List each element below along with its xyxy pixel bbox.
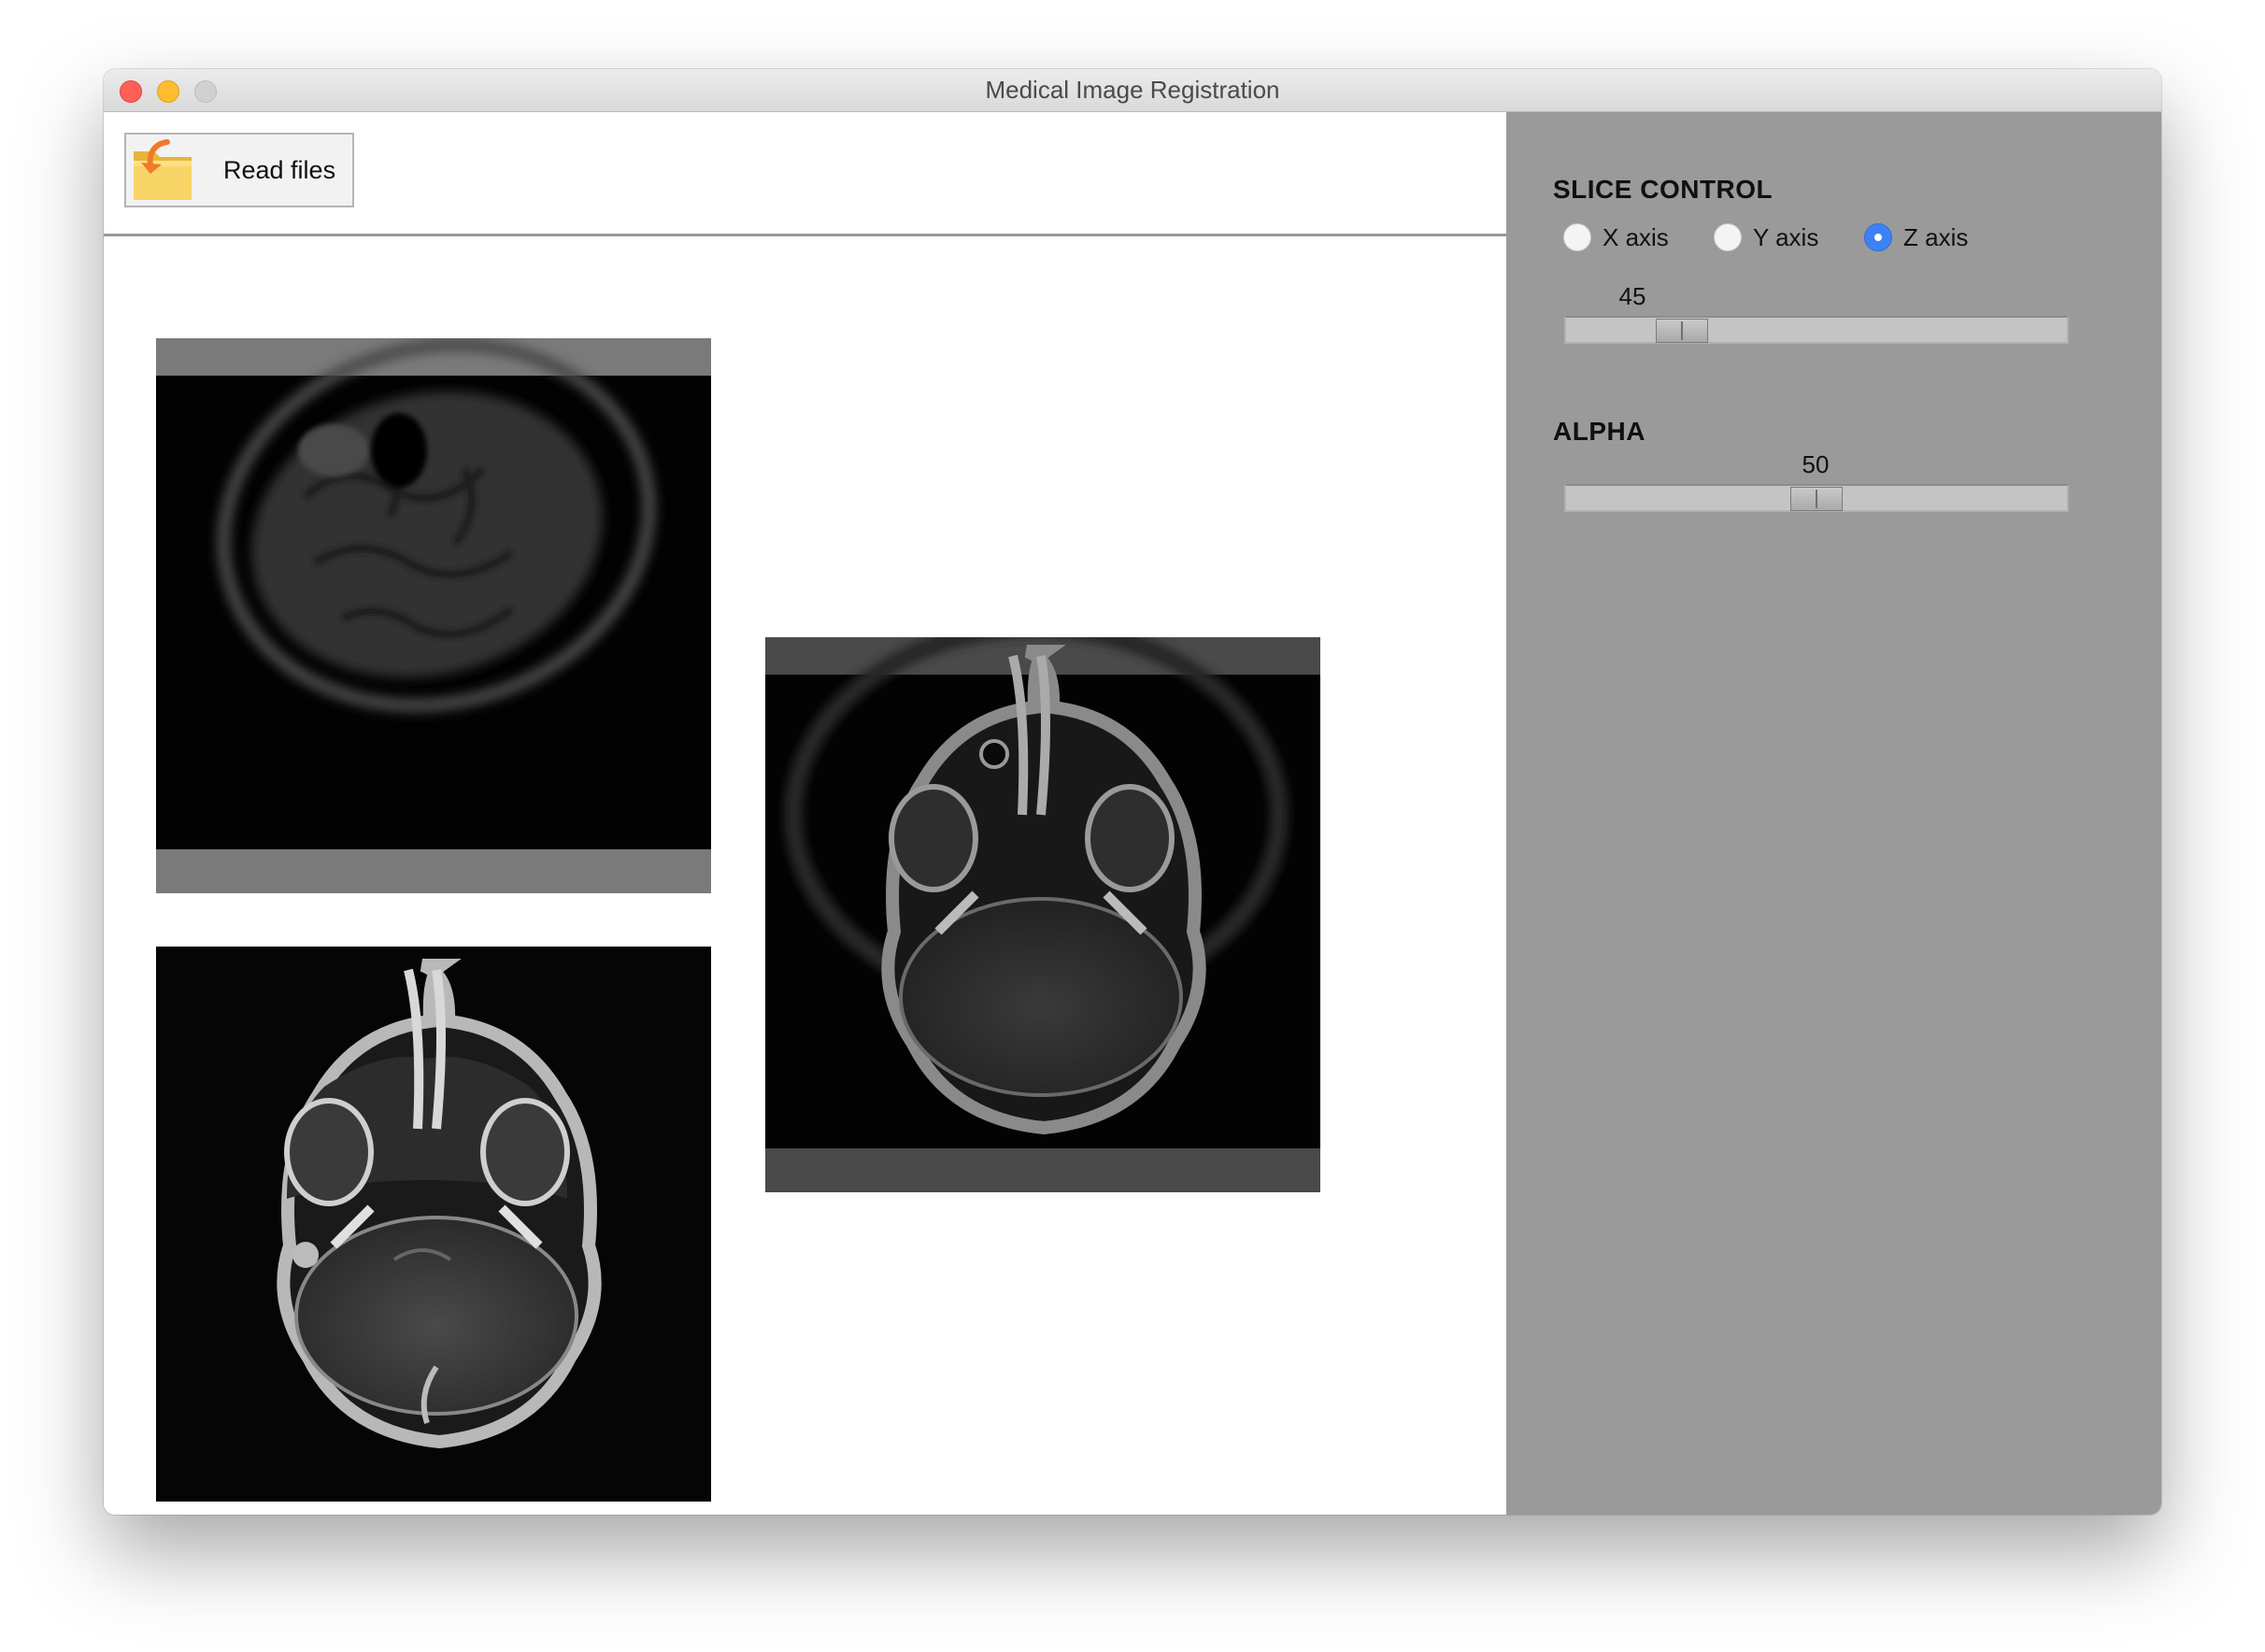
x-axis-radio[interactable]: X axis (1563, 219, 1669, 256)
folder-open-icon (134, 139, 192, 200)
app-window: Medical Image Registration Read files SL… (104, 69, 2161, 1515)
slice-slider-thumb[interactable] (1656, 319, 1708, 343)
slice-value: 45 (1618, 282, 1646, 310)
window-title: Medical Image Registration (985, 76, 1280, 104)
title-bar: Medical Image Registration (104, 69, 2161, 112)
y-axis-radio[interactable]: Y axis (1714, 219, 1818, 256)
x-axis-radio-dot[interactable] (1563, 223, 1591, 251)
image-area: Read files (104, 112, 1506, 1515)
toolbar: Read files (104, 112, 1506, 236)
alpha-slider-thumb[interactable] (1790, 487, 1843, 511)
alpha-title: ALPHA (1553, 417, 1645, 446)
slice-slider[interactable] (1564, 316, 2069, 344)
mri-brain-overlay-image (765, 637, 1320, 1148)
y-axis-label: Y axis (1753, 222, 1819, 251)
z-axis-label: Z axis (1903, 222, 1969, 251)
moving-image-view[interactable] (156, 338, 711, 893)
alpha-slider[interactable] (1564, 484, 2069, 512)
fixed-image-view[interactable] (156, 947, 711, 1502)
y-axis-radio-dot[interactable] (1714, 223, 1742, 251)
mri-brain-axial-image (156, 947, 711, 1502)
alpha-value: 50 (1802, 450, 1830, 478)
z-axis-radio-dot[interactable] (1864, 223, 1892, 251)
z-axis-radio[interactable]: Z axis (1864, 219, 1968, 256)
read-files-label: Read files (223, 156, 336, 184)
slice-control-title: SLICE CONTROL (1553, 175, 1774, 204)
read-files-button[interactable]: Read files (124, 133, 354, 207)
x-axis-label: X axis (1603, 222, 1669, 251)
overlay-image-view[interactable] (765, 637, 1320, 1192)
control-panel: SLICE CONTROL X axis Y axis Z axis 45 AL… (1506, 112, 2161, 1515)
mri-brain-blurred-image (156, 338, 711, 849)
